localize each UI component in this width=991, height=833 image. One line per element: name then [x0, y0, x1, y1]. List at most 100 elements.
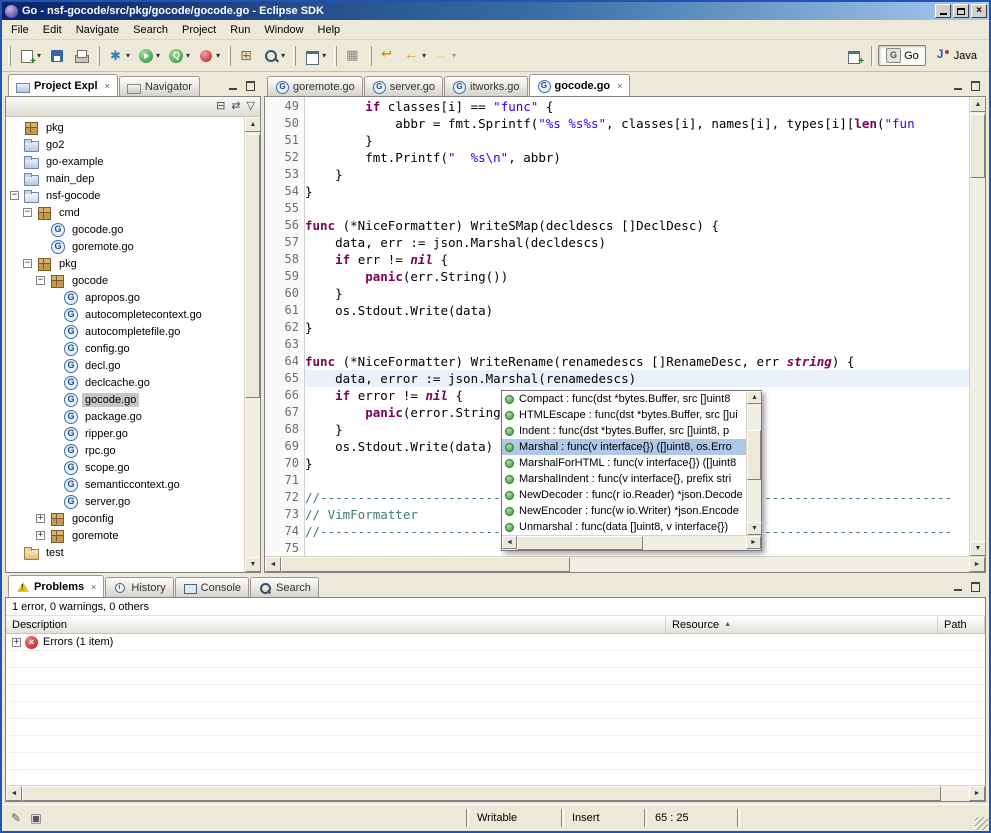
code-line[interactable]: if err != nil {	[305, 251, 969, 268]
perspective-button-go[interactable]: Go	[878, 45, 926, 66]
code-line[interactable]: fmt.Printf(" %s\n", abbr)	[305, 149, 969, 166]
editor-tab-itworks-go[interactable]: itworks.go	[444, 76, 528, 96]
open-perspective-button[interactable]	[843, 44, 867, 68]
bottom-tab-history[interactable]: History	[105, 577, 173, 597]
maximize-view-icon[interactable]	[969, 581, 982, 593]
column-header-description[interactable]: Description	[6, 616, 666, 633]
menu-item-project[interactable]: Project	[175, 22, 223, 38]
code-line[interactable]: os.Stdout.Write(data)	[305, 302, 969, 319]
problems-row-errors-1-item[interactable]: +×Errors (1 item)	[6, 634, 985, 651]
completion-scroll-track[interactable]	[747, 404, 761, 522]
explorer-scrollbar[interactable]: ▲ ▼	[244, 117, 260, 572]
editor-scroll-track[interactable]	[970, 112, 985, 541]
dropdown-arrow-icon[interactable]: ▾	[452, 51, 456, 60]
print-button[interactable]	[69, 44, 93, 68]
tree-item-go2[interactable]: go2	[6, 136, 244, 153]
close-tab-icon[interactable]: ×	[91, 582, 96, 592]
tree-item-goconfig[interactable]: +goconfig	[6, 510, 244, 527]
minimize-view-icon[interactable]	[227, 80, 240, 92]
dropdown-arrow-icon[interactable]: ▾	[422, 51, 426, 60]
tree-expander-icon[interactable]: +	[36, 514, 45, 523]
scroll-right-icon[interactable]: ►	[746, 536, 761, 549]
completion-hscroll-thumb[interactable]	[517, 536, 643, 550]
scroll-right-icon[interactable]: ►	[969, 786, 985, 801]
tree-item-gocode[interactable]: −gocode	[6, 272, 244, 289]
code-line[interactable]: }	[305, 166, 969, 183]
tree-expander-icon[interactable]: −	[10, 191, 19, 200]
completion-item[interactable]: Unmarshal : func(data []uint8, v interfa…	[502, 519, 746, 535]
dropdown-arrow-icon[interactable]: ▾	[126, 51, 130, 60]
editor-scroll-thumb[interactable]	[970, 114, 985, 178]
tree-item-pkg[interactable]: −pkg	[6, 255, 244, 272]
code-line[interactable]: panic(err.String())	[305, 268, 969, 285]
column-header-resource[interactable]: Resource▲	[666, 616, 938, 633]
problems-hscroll-thumb[interactable]	[22, 786, 941, 801]
tree-item-package-go[interactable]: package.go	[6, 408, 244, 425]
menu-item-search[interactable]: Search	[126, 22, 175, 38]
dropdown-arrow-icon[interactable]: ▾	[156, 51, 160, 60]
new-wizard-button[interactable]: ▾	[15, 44, 45, 68]
bottom-tab-search[interactable]: Search	[250, 577, 319, 597]
tree-item-cmd[interactable]: −cmd	[6, 204, 244, 221]
code-line[interactable]: data, err := json.Marshal(decldescs)	[305, 234, 969, 251]
tree-item-nsf-gocode[interactable]: −nsf-gocode	[6, 187, 244, 204]
completion-item[interactable]: MarshalForHTML : func(v interface{}) ([]…	[502, 455, 746, 471]
code-line[interactable]: func (*NiceFormatter) WriteRename(rename…	[305, 353, 969, 370]
scroll-up-icon[interactable]: ▲	[970, 97, 986, 112]
completion-item[interactable]: HTMLEscape : func(dst *bytes.Buffer, src…	[502, 407, 746, 423]
minimize-window-button[interactable]	[935, 4, 951, 18]
minimize-view-icon[interactable]	[952, 581, 965, 593]
explorer-scroll-track[interactable]	[245, 132, 260, 557]
code-line[interactable]: }	[305, 132, 969, 149]
external-tools-button[interactable]: ▾	[164, 44, 194, 68]
dropdown-arrow-icon[interactable]: ▾	[281, 51, 285, 60]
menu-item-run[interactable]: Run	[223, 22, 257, 38]
mark-occurrences-button[interactable]	[341, 44, 365, 68]
explorer-tab-project-expl[interactable]: Project Expl×	[8, 74, 118, 96]
menu-item-help[interactable]: Help	[311, 22, 348, 38]
dropdown-arrow-icon[interactable]: ▾	[322, 51, 326, 60]
tree-item-goremote-go[interactable]: goremote.go	[6, 238, 244, 255]
tree-item-test[interactable]: test	[6, 544, 244, 561]
menu-item-edit[interactable]: Edit	[36, 22, 69, 38]
code-line[interactable]: }	[305, 319, 969, 336]
explorer-tab-navigator[interactable]: Navigator	[119, 76, 200, 96]
completion-item[interactable]: NewEncoder : func(w io.Writer) *json.Enc…	[502, 503, 746, 519]
maximize-window-button[interactable]	[953, 4, 969, 18]
scroll-up-icon[interactable]: ▲	[245, 117, 261, 132]
editor-hscroll-track[interactable]	[281, 557, 969, 572]
new-window-button[interactable]: ▾	[300, 44, 330, 68]
tree-item-go-example[interactable]: go-example	[6, 153, 244, 170]
code-line[interactable]: }	[305, 285, 969, 302]
run-button[interactable]: ▾	[134, 44, 164, 68]
debug-button[interactable]: ▾	[104, 44, 134, 68]
tree-item-config-go[interactable]: config.go	[6, 340, 244, 357]
scroll-left-icon[interactable]: ◄	[6, 786, 22, 801]
view-shortcut-icon[interactable]: ▣	[26, 809, 46, 827]
menu-item-file[interactable]: File	[4, 22, 36, 38]
tree-item-rpc-go[interactable]: rpc.go	[6, 442, 244, 459]
tree-item-pkg[interactable]: pkg	[6, 119, 244, 136]
completion-item[interactable]: Indent : func(dst *bytes.Buffer, src []u…	[502, 423, 746, 439]
editor-hscroll-thumb[interactable]	[281, 557, 570, 572]
editor-tab-gocode-go[interactable]: gocode.go×	[529, 74, 631, 96]
bottom-tab-console[interactable]: Console	[175, 577, 249, 597]
close-window-button[interactable]: ×	[971, 4, 987, 18]
tree-item-decl-go[interactable]: decl.go	[6, 357, 244, 374]
title-bar[interactable]: Go - nsf-gocode/src/pkg/gocode/gocode.go…	[2, 2, 989, 20]
fast-view-icon[interactable]: ✎	[6, 809, 26, 827]
editor-hscrollbar[interactable]: ◄ ►	[265, 556, 985, 572]
completion-item[interactable]: NewDecoder : func(r io.Reader) *json.Dec…	[502, 487, 746, 503]
tree-item-apropos-go[interactable]: apropos.go	[6, 289, 244, 306]
menu-item-window[interactable]: Window	[257, 22, 310, 38]
maximize-view-icon[interactable]	[244, 80, 257, 92]
close-tab-icon[interactable]: ×	[617, 81, 622, 91]
code-line[interactable]: data, error := json.Marshal(renamedescs)	[305, 370, 969, 387]
editor-vscrollbar[interactable]: ▲ ▼	[969, 97, 985, 556]
back-button[interactable]: ▾	[400, 44, 430, 68]
close-tab-icon[interactable]: ×	[105, 81, 110, 91]
tree-item-gocode-go[interactable]: gocode.go	[6, 391, 244, 408]
tree-item-semanticcontext-go[interactable]: semanticcontext.go	[6, 476, 244, 493]
forward-button[interactable]: ▾	[430, 44, 460, 68]
scroll-down-icon[interactable]: ▼	[245, 557, 261, 572]
